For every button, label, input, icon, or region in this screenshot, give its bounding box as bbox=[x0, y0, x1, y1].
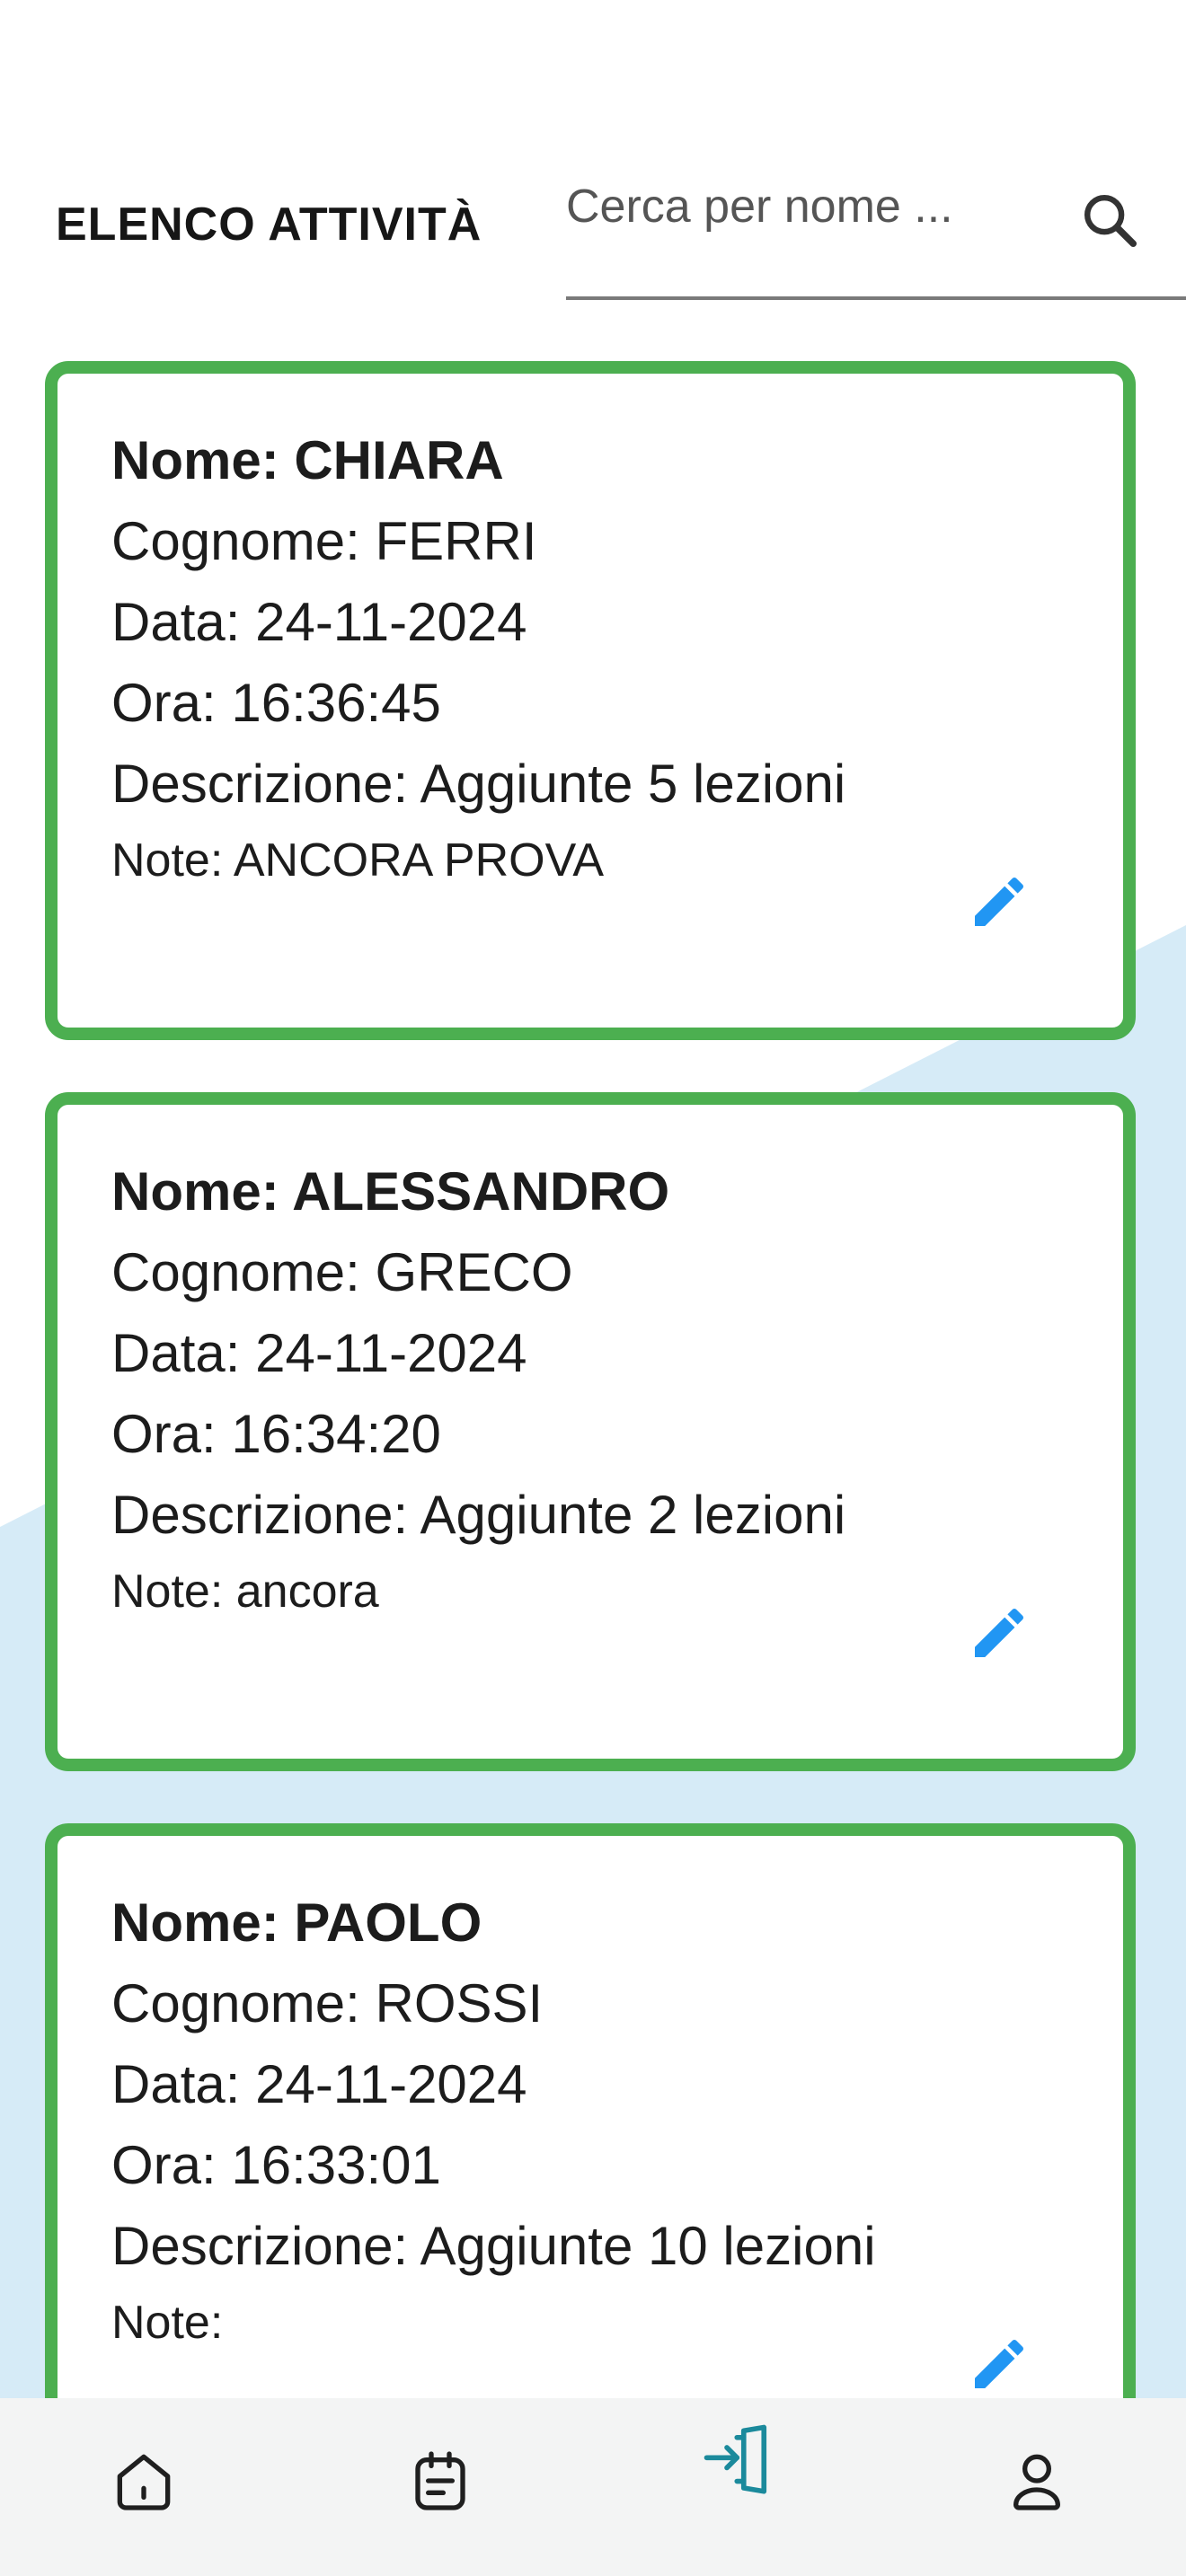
activity-date: Data: 24-11-2024 bbox=[111, 2054, 527, 2114]
page-header: ELENCO ATTIVITÀ bbox=[0, 171, 1186, 305]
activity-surname: Cognome: GRECO bbox=[111, 1242, 573, 1302]
activity-time: Ora: 16:33:01 bbox=[111, 2135, 441, 2195]
activity-time: Ora: 16:36:45 bbox=[111, 673, 441, 733]
activity-surname: Cognome: ROSSI bbox=[111, 1973, 544, 2033]
activity-name: Nome: PAOLO bbox=[111, 1892, 482, 1953]
nav-profile[interactable] bbox=[992, 2436, 1082, 2526]
activity-card[interactable]: Nome: ALESSANDRO Cognome: GRECO Data: 24… bbox=[45, 1092, 1136, 1771]
pencil-icon[interactable] bbox=[967, 1601, 1031, 1665]
activity-description: Descrizione: Aggiunte 5 lezioni bbox=[111, 754, 846, 814]
pencil-icon[interactable] bbox=[967, 869, 1031, 934]
activity-name: Nome: CHIARA bbox=[111, 430, 504, 490]
nav-activities[interactable] bbox=[695, 2416, 785, 2506]
search-box[interactable] bbox=[566, 171, 1186, 300]
activity-time: Ora: 16:34:20 bbox=[111, 1404, 441, 1464]
nav-home[interactable] bbox=[99, 2436, 189, 2526]
activity-description: Descrizione: Aggiunte 10 lezioni bbox=[111, 2216, 876, 2276]
bottom-navigation bbox=[0, 2398, 1186, 2576]
page-title: ELENCO ATTIVITÀ bbox=[56, 198, 482, 251]
activity-card[interactable]: Nome: CHIARA Cognome: FERRI Data: 24-11-… bbox=[45, 361, 1136, 1040]
login-icon bbox=[704, 2424, 767, 2494]
activity-date: Data: 24-11-2024 bbox=[111, 1323, 527, 1383]
activity-date: Data: 24-11-2024 bbox=[111, 592, 527, 652]
activity-surname: Cognome: FERRI bbox=[111, 511, 537, 571]
activity-note: Note: bbox=[111, 2297, 224, 2349]
search-input[interactable] bbox=[566, 180, 1033, 234]
nav-calendar[interactable] bbox=[395, 2436, 485, 2526]
home-icon bbox=[117, 2454, 171, 2510]
activity-note: Note: ANCORA PROVA bbox=[111, 834, 605, 887]
activity-description: Descrizione: Aggiunte 2 lezioni bbox=[111, 1485, 846, 1545]
pencil-icon[interactable] bbox=[967, 2332, 1031, 2396]
activity-name: Nome: ALESSANDRO bbox=[111, 1161, 670, 1222]
calendar-icon bbox=[415, 2451, 465, 2510]
activity-note: Note: ancora bbox=[111, 1566, 379, 1618]
search-icon[interactable] bbox=[1078, 189, 1141, 251]
user-icon bbox=[1013, 2454, 1060, 2510]
